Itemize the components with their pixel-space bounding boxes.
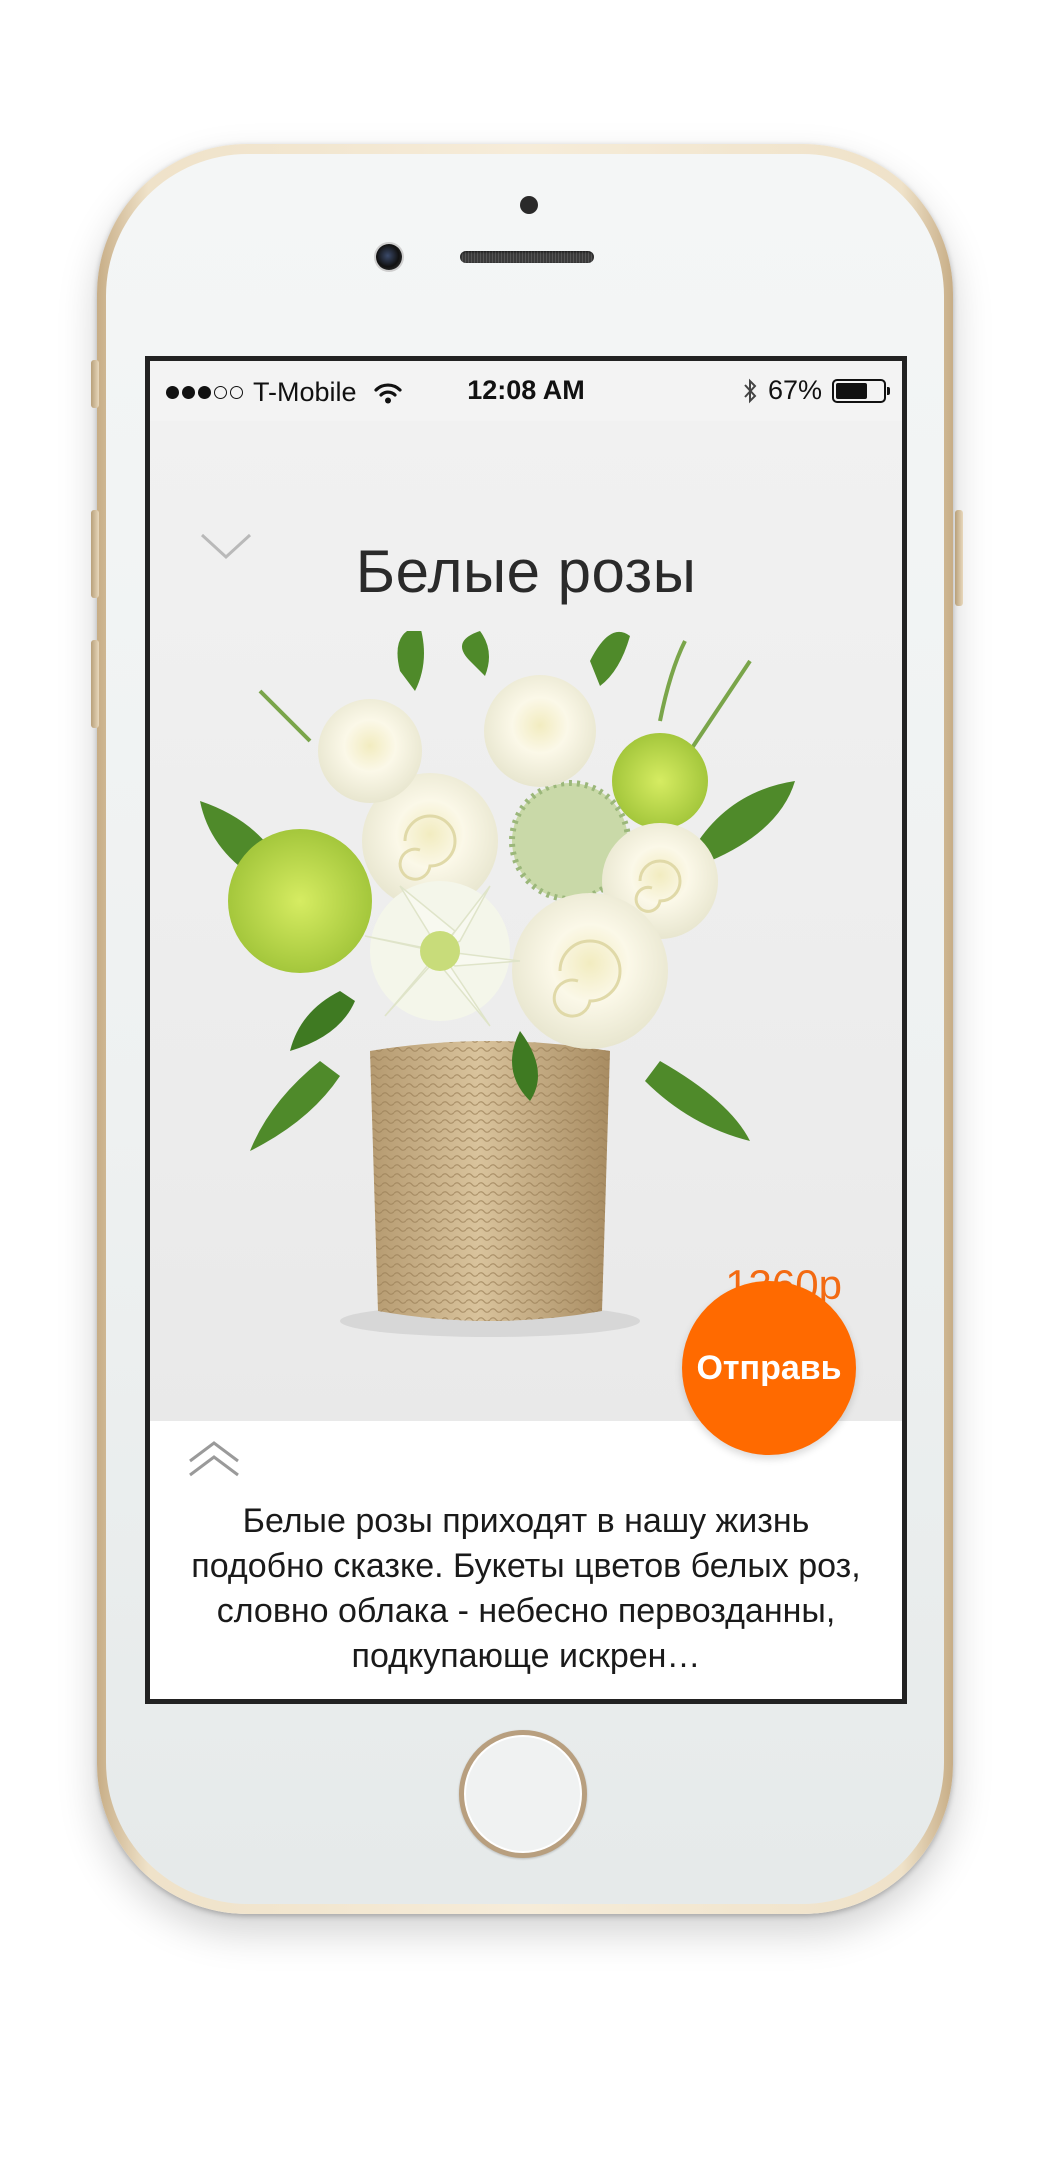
front-camera-icon — [376, 244, 402, 270]
send-button[interactable]: Отправь — [682, 1281, 856, 1455]
bluetooth-icon — [744, 378, 757, 403]
product-description: Белые розы приходят в нашу жизнь подобно… — [191, 1502, 861, 1675]
product-title: Белые розы — [355, 538, 697, 605]
battery-percentage: 67% — [767, 375, 822, 405]
description-panel: Белые розы приходят в нашу жизнь подобно… — [150, 1421, 902, 1699]
volume-up-button — [91, 510, 99, 598]
power-button — [955, 510, 963, 606]
mute-switch — [91, 360, 99, 408]
proximity-sensor — [520, 196, 538, 214]
app-screen: T-Mobile 12:08 AM 67% Белые розы Отправь… — [145, 356, 907, 1704]
volume-down-button — [91, 640, 99, 728]
double-chevron-up-icon[interactable] — [186, 1439, 242, 1479]
bouquet-image[interactable] — [190, 631, 810, 1351]
battery-fill — [836, 382, 867, 399]
product-card: Белые розы — [150, 421, 902, 1441]
status-bar: T-Mobile 12:08 AM 67% — [150, 361, 902, 421]
home-button[interactable] — [459, 1730, 587, 1858]
earpiece-speaker — [460, 251, 594, 263]
status-right: 67% — [742, 375, 890, 406]
battery-icon — [832, 378, 890, 403]
